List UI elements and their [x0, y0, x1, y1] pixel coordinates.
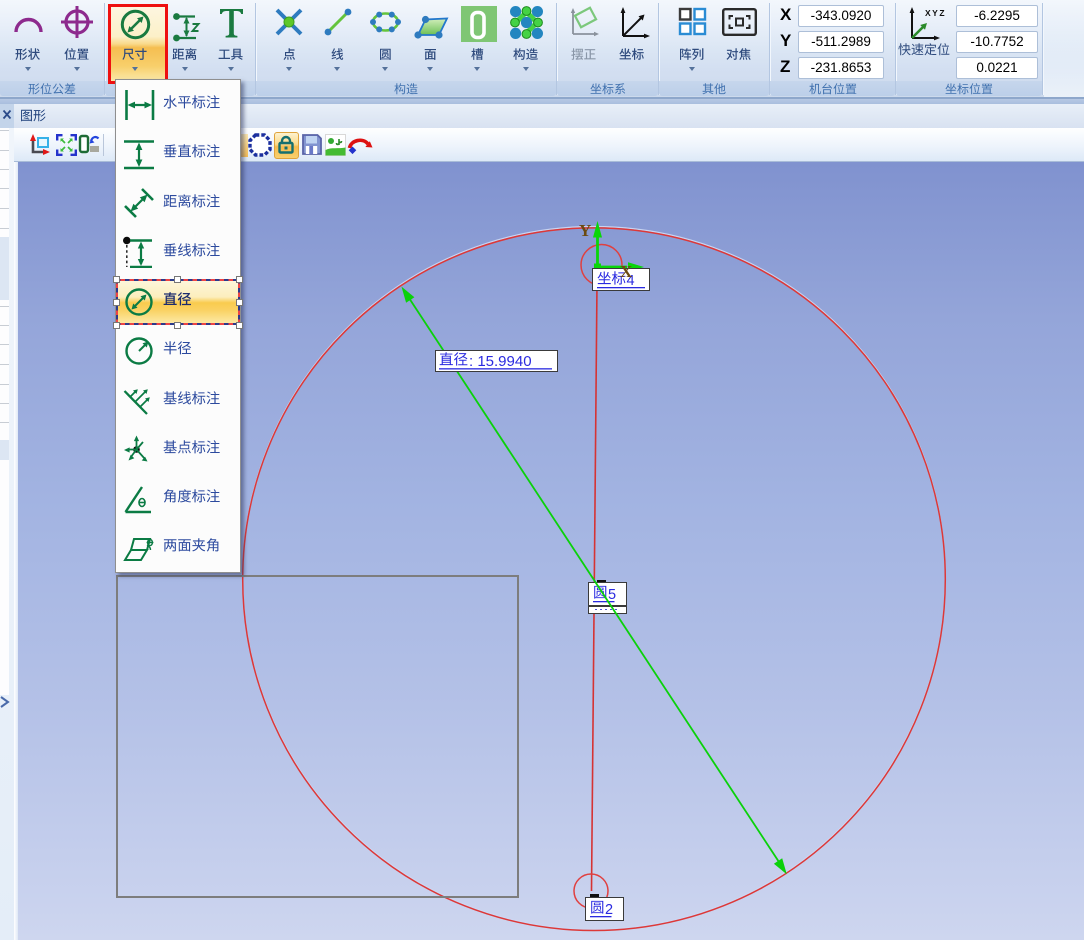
svg-text:XYZ: XYZ	[925, 8, 946, 18]
svg-text:2: 2	[605, 902, 613, 918]
svg-text:: 15.9940: : 15.9940	[469, 353, 532, 370]
